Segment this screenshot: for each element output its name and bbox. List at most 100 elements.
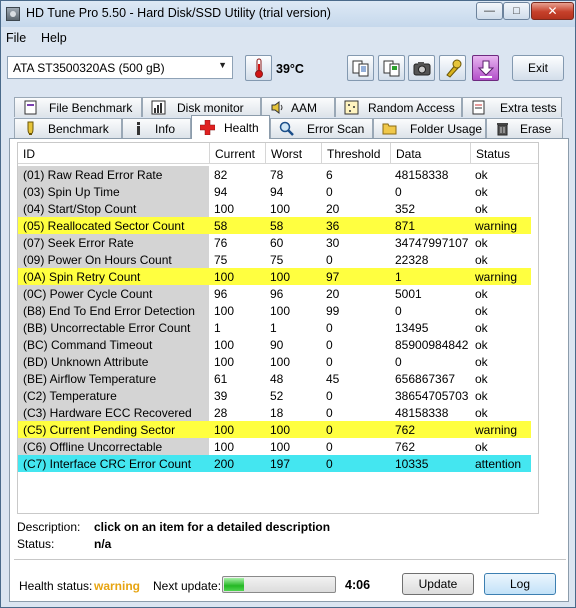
column-header-worst[interactable]: Worst — [265, 143, 321, 164]
cell-id: (B8) End To End Error Detection — [18, 302, 209, 319]
table-row[interactable]: (07) Seek Error Rate 76 60 30 34747997107 ok — [18, 234, 531, 251]
cell-current: 1 — [214, 321, 221, 335]
menu-bar: File Help — [1, 28, 575, 48]
health-cross-icon — [200, 120, 215, 135]
menu-file[interactable]: File — [6, 31, 26, 45]
table-row[interactable]: (03) Spin Up Time 94 94 0 0 ok — [18, 183, 531, 200]
column-header-status[interactable]: Status — [470, 143, 538, 164]
options-button[interactable] — [439, 55, 466, 81]
exit-button[interactable]: Exit — [512, 55, 564, 81]
cell-status: ok — [475, 372, 488, 386]
tab-aam[interactable]: AAM — [261, 97, 335, 117]
tab-label: AAM — [291, 101, 318, 115]
maximize-button[interactable]: □ — [503, 2, 530, 20]
cell-worst: 100 — [270, 270, 291, 284]
minimize-button[interactable]: — — [476, 2, 503, 20]
cell-id: (C5) Current Pending Sector — [23, 423, 176, 437]
smart-attributes-table[interactable]: ID Current Worst Threshold Data Status (… — [17, 142, 539, 514]
update-button[interactable]: Update — [402, 573, 474, 595]
cell-current: 100 — [214, 440, 235, 454]
table-row[interactable]: (BC) Command Timeout 100 90 0 85900984842 ok — [18, 336, 531, 353]
table-row[interactable]: (0A) Spin Retry Count 100 100 97 1 warning — [18, 268, 531, 285]
cell-data: 762 — [395, 440, 416, 454]
cell-worst: 58 — [270, 219, 284, 233]
table-row[interactable]: (BE) Airflow Temperature 61 48 45 656867367 o… — [18, 370, 531, 387]
cell-threshold: 0 — [326, 338, 333, 352]
tab-file-benchmark[interactable]: File Benchmark — [14, 97, 142, 117]
table-row[interactable]: (C6) Offline Uncorrectable 100 100 0 762 ok — [18, 438, 531, 455]
column-header-threshold[interactable]: Threshold — [321, 143, 390, 164]
cell-id: (BB) Uncorrectable Error Count — [18, 319, 209, 336]
cell-status: warning — [475, 423, 518, 437]
table-row[interactable]: (C5) Current Pending Sector 100 100 0 762 war… — [18, 421, 531, 438]
cell-status: ok — [475, 202, 488, 216]
column-header-id[interactable]: ID — [18, 143, 209, 164]
cell-current: 100 — [214, 423, 235, 437]
camera-icon — [413, 62, 431, 76]
table-row[interactable]: (04) Start/Stop Count 100 100 20 352 ok — [18, 200, 531, 217]
cell-status: ok — [475, 440, 488, 454]
folder-icon — [382, 123, 397, 135]
close-button[interactable]: ✕ — [531, 2, 574, 20]
cell-worst: 60 — [270, 236, 284, 250]
tab-label: Benchmark — [48, 122, 109, 136]
table-row[interactable]: (C7) Interface CRC Error Count 200 197 0 103… — [18, 455, 531, 472]
tab-label: File Benchmark — [49, 101, 133, 115]
temperature-button[interactable] — [245, 55, 272, 81]
tab-info[interactable]: Info — [122, 118, 191, 138]
cell-id: (C3) Hardware ECC Recovered — [18, 404, 209, 421]
save-button[interactable] — [472, 55, 499, 81]
cell-data: 762 — [395, 423, 416, 437]
tab-disk-monitor[interactable]: Disk monitor — [142, 97, 261, 117]
cell-threshold: 20 — [326, 202, 340, 216]
cell-threshold: 45 — [326, 372, 340, 386]
tab-error-scan[interactable]: Error Scan — [270, 118, 373, 138]
health-panel: ID Current Worst Threshold Data Status (… — [9, 138, 569, 602]
cell-data: 48158338 — [395, 406, 449, 420]
cell-current: 100 — [214, 202, 235, 216]
cell-threshold: 0 — [326, 253, 333, 267]
menu-help[interactable]: Help — [41, 31, 67, 45]
cell-current: 58 — [214, 219, 228, 233]
tab-benchmark[interactable]: Benchmark — [14, 118, 122, 138]
tab-health[interactable]: Health — [191, 115, 270, 139]
tab-extra-tests[interactable]: Extra tests — [462, 97, 562, 117]
table-row[interactable]: (C3) Hardware ECC Recovered 28 18 0 48158338… — [18, 404, 531, 421]
cell-threshold: 0 — [326, 389, 333, 403]
cell-worst: 197 — [270, 457, 291, 471]
table-row[interactable]: (C2) Temperature 39 52 0 38654705703 ok — [18, 387, 531, 404]
table-row[interactable]: (09) Power On Hours Count 75 75 0 22328 ok — [18, 251, 531, 268]
cell-data: 0 — [395, 355, 402, 369]
tab-random-access[interactable]: Random Access — [335, 97, 462, 117]
table-row[interactable]: (BB) Uncorrectable Error Count 1 1 0 13495 ok — [18, 319, 531, 336]
tab-folder-usage[interactable]: Folder Usage — [373, 118, 486, 138]
cell-current: 100 — [214, 304, 235, 318]
copy-text-button[interactable] — [347, 55, 374, 81]
cell-worst: 48 — [270, 372, 284, 386]
cell-current: 82 — [214, 168, 228, 182]
cell-current: 100 — [214, 355, 235, 369]
table-row[interactable]: (0C) Power Cycle Count 96 96 20 5001 ok — [18, 285, 531, 302]
cell-current: 76 — [214, 236, 228, 250]
title-bar[interactable]: HD Tune Pro 5.50 - Hard Disk/SSD Utility… — [1, 1, 575, 27]
table-row[interactable]: (05) Reallocated Sector Count 58 58 36 871 wa… — [18, 217, 531, 234]
cell-status: ok — [475, 338, 488, 352]
table-header: ID Current Worst Threshold Data Status — [18, 143, 538, 164]
tab-erase[interactable]: Erase — [486, 118, 563, 138]
description-label: Description: — [17, 520, 81, 534]
column-header-current[interactable]: Current — [209, 143, 265, 164]
cell-data: 38654705703 — [395, 389, 469, 403]
screenshot-button[interactable] — [408, 55, 435, 81]
cell-status: ok — [475, 321, 488, 335]
cell-current: 100 — [214, 270, 235, 284]
table-row[interactable]: (01) Raw Read Error Rate 82 78 6 48158338 ok — [18, 166, 531, 183]
status-value: n/a — [94, 537, 112, 551]
cell-current: 100 — [214, 338, 235, 352]
log-button[interactable]: Log — [484, 573, 556, 595]
table-row[interactable]: (BD) Unknown Attribute 100 100 0 0 ok — [18, 353, 531, 370]
drive-select[interactable]: ATA ST3500320AS (500 gB) ▼ — [7, 56, 233, 79]
cell-data: 0 — [395, 304, 402, 318]
copy-screen-button[interactable] — [378, 55, 405, 81]
column-header-data[interactable]: Data — [390, 143, 470, 164]
table-row[interactable]: (B8) End To End Error Detection 100 100 99 0… — [18, 302, 531, 319]
